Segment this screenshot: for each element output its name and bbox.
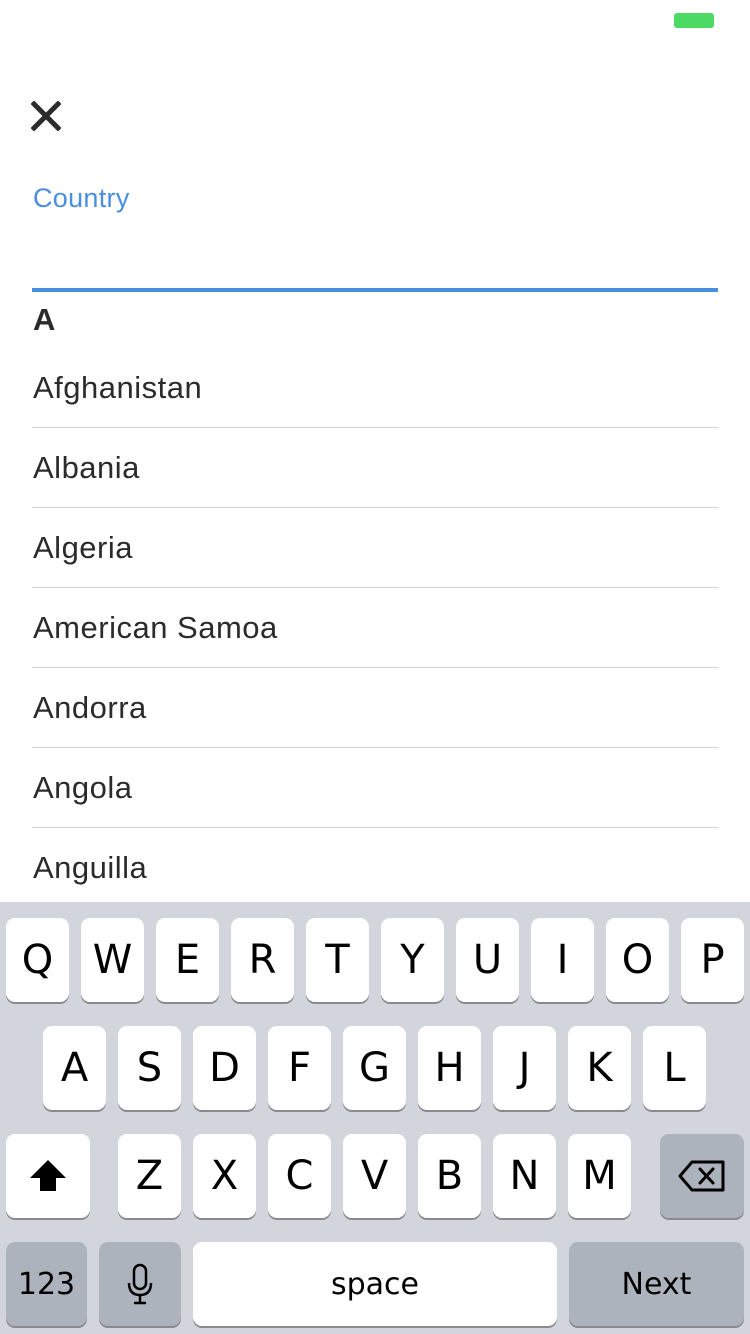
list-item[interactable]: Albania <box>32 428 718 508</box>
key-m[interactable]: M <box>568 1134 631 1218</box>
key-l[interactable]: L <box>643 1026 706 1110</box>
keyboard: Q W E R T Y U I O P A S D F G H J K L Z … <box>0 902 750 1334</box>
shift-icon <box>30 1160 66 1191</box>
key-r[interactable]: R <box>231 918 294 1002</box>
list-item[interactable]: Algeria <box>32 508 718 588</box>
key-o[interactable]: O <box>606 918 669 1002</box>
close-icon <box>31 101 61 131</box>
key-v[interactable]: V <box>343 1134 406 1218</box>
key-c[interactable]: C <box>268 1134 331 1218</box>
country-input[interactable] <box>32 235 718 289</box>
key-y[interactable]: Y <box>381 918 444 1002</box>
key-x[interactable]: X <box>193 1134 256 1218</box>
key-q[interactable]: Q <box>6 918 69 1002</box>
key-g[interactable]: G <box>343 1026 406 1110</box>
list-item[interactable]: Afghanistan <box>32 348 718 428</box>
key-f[interactable]: F <box>268 1026 331 1110</box>
key-k[interactable]: K <box>568 1026 631 1110</box>
key-i[interactable]: I <box>531 918 594 1002</box>
key-w[interactable]: W <box>81 918 144 1002</box>
list-item[interactable]: Anguilla <box>32 828 718 908</box>
list-item[interactable]: Angola <box>32 748 718 828</box>
key-p[interactable]: P <box>681 918 744 1002</box>
key-d[interactable]: D <box>193 1026 256 1110</box>
section-header: A <box>33 302 56 337</box>
close-button[interactable] <box>26 96 66 136</box>
key-t[interactable]: T <box>306 918 369 1002</box>
status-bar <box>0 0 750 40</box>
battery-icon <box>674 13 714 28</box>
space-key[interactable]: space <box>193 1242 557 1326</box>
country-field-label: Country <box>33 183 130 213</box>
backspace-icon <box>678 1160 725 1192</box>
country-input-underline <box>32 288 718 292</box>
key-e[interactable]: E <box>156 918 219 1002</box>
key-s[interactable]: S <box>118 1026 181 1110</box>
key-a[interactable]: A <box>43 1026 106 1110</box>
backspace-key[interactable] <box>660 1134 744 1218</box>
microphone-icon <box>127 1263 153 1305</box>
microphone-key[interactable] <box>99 1242 181 1326</box>
key-b[interactable]: B <box>418 1134 481 1218</box>
key-n[interactable]: N <box>493 1134 556 1218</box>
shift-key[interactable] <box>6 1134 90 1218</box>
key-z[interactable]: Z <box>118 1134 181 1218</box>
list-item[interactable]: Andorra <box>32 668 718 748</box>
next-key[interactable]: Next <box>569 1242 744 1326</box>
country-list: Afghanistan Albania Algeria American Sam… <box>32 348 718 908</box>
key-u[interactable]: U <box>456 918 519 1002</box>
key-h[interactable]: H <box>418 1026 481 1110</box>
list-item[interactable]: American Samoa <box>32 588 718 668</box>
numbers-key[interactable]: 123 <box>6 1242 87 1326</box>
key-j[interactable]: J <box>493 1026 556 1110</box>
